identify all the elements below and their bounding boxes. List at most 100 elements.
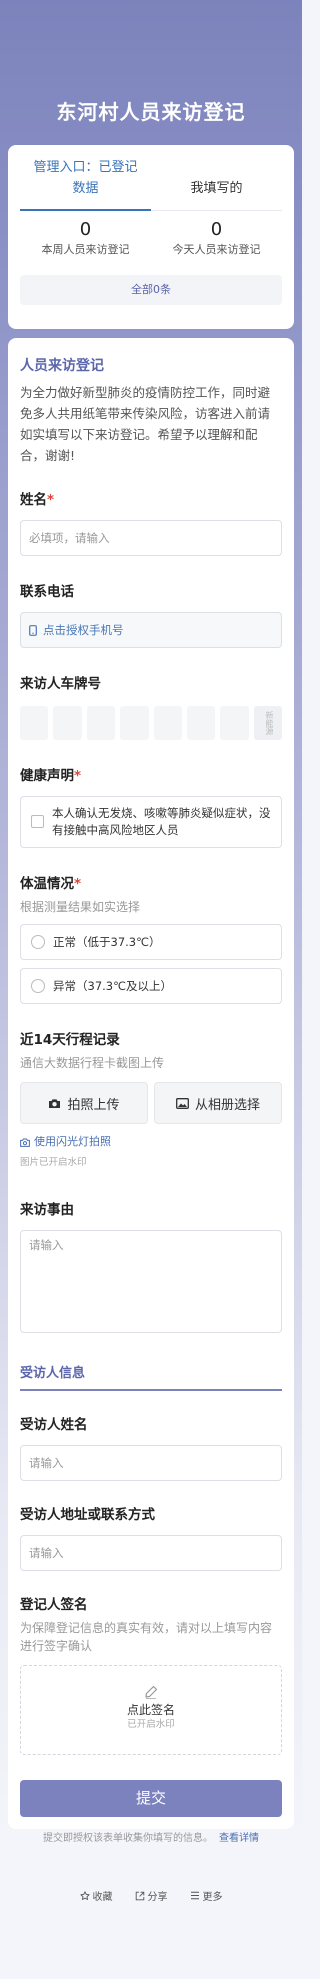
temperature-option-normal-label: 正常（低于37.3℃） xyxy=(53,935,161,949)
favorite-label: 收藏 xyxy=(92,1892,113,1903)
temperature-label-text: 体温情况 xyxy=(20,876,74,892)
name-input[interactable]: 必填项，请输入 xyxy=(20,520,282,556)
plate-field: 来访人车牌号 新能源 xyxy=(20,674,282,740)
authorize-phone-label: 点击授权手机号 xyxy=(43,623,124,637)
signature-pad[interactable]: 点此签名 已开启水印 xyxy=(20,1665,282,1755)
share-button[interactable]: 分享 xyxy=(135,1888,168,1903)
travel-hint: 通信大数据行程卡截图上传 xyxy=(20,1056,165,1070)
required-mark: * xyxy=(47,492,55,508)
temperature-label: 体温情况* xyxy=(20,874,282,894)
page-title: 东河村人员来访登记 xyxy=(56,100,246,124)
visitee-name-field: 受访人姓名 请输入 xyxy=(20,1415,282,1481)
travel-field: 近14天行程记录 通信大数据行程卡截图上传 拍照上传 从相册选择 使用闪光灯拍照… xyxy=(20,1030,282,1170)
favorite-button[interactable]: 收藏 xyxy=(79,1888,113,1903)
plate-input-group: 新能源 xyxy=(20,706,282,740)
visitee-name-label: 受访人姓名 xyxy=(20,1417,88,1433)
upload-row: 拍照上传 从相册选择 xyxy=(20,1082,282,1124)
tab-admin[interactable]: 管理入口：已登记 数据 xyxy=(20,155,151,211)
submit-button[interactable]: 提交 xyxy=(20,1780,282,1817)
visitee-name-input[interactable]: 请输入 xyxy=(20,1445,282,1481)
visitee-section-heading: 受访人信息 xyxy=(20,1365,282,1391)
plate-char-3[interactable] xyxy=(86,706,116,740)
share-icon xyxy=(135,1891,145,1901)
signature-field: 登记人签名 为保障登记信息的真实有效，请对以上填写内容进行签字确认 点此签名 已… xyxy=(20,1595,282,1755)
pen-icon xyxy=(21,1684,281,1700)
agreement: 提交即授权该表单收集你填写的信息。 查看详情 xyxy=(20,1829,282,1844)
temperature-option-abnormal[interactable]: 异常（37.3℃及以上） xyxy=(20,968,282,1004)
stats-card: 管理入口：已登记 数据 我填写的 0 本周人员来访登记 0 今天人员来访登记 全… xyxy=(8,145,294,329)
flash-photo-link[interactable]: 使用闪光灯拍照 xyxy=(20,1134,282,1150)
visitee-contact-input[interactable]: 请输入 xyxy=(20,1535,282,1571)
camera-icon xyxy=(20,1138,30,1147)
count-row: 0 本周人员来访登记 0 今天人员来访登记 xyxy=(20,219,282,259)
camera-upload-button[interactable]: 拍照上传 xyxy=(20,1082,148,1124)
plate-label: 来访人车牌号 xyxy=(20,676,101,692)
phone-label: 联系电话 xyxy=(20,584,74,600)
footer-actions: 收藏 分享 更多 xyxy=(0,1888,302,1903)
image-icon xyxy=(176,1097,189,1109)
phone-field: 联系电话 点击授权手机号 xyxy=(20,582,282,648)
temperature-option-normal[interactable]: 正常（低于37.3℃） xyxy=(20,924,282,960)
visit-form: 人员来访登记 为全力做好新型肺炎的疫情防控工作，同时避免多人共用纸笔带来传染风险… xyxy=(8,338,294,1844)
more-button[interactable]: 更多 xyxy=(190,1888,223,1903)
temperature-hint: 根据测量结果如实选择 xyxy=(20,900,141,914)
today-count-number: 0 xyxy=(210,219,223,240)
signature-watermark-note: 已开启水印 xyxy=(127,1719,175,1730)
name-label: 姓名* xyxy=(20,490,282,510)
tab-admin-line2: 数据 xyxy=(72,181,99,196)
tab-mine[interactable]: 我填写的 xyxy=(151,155,282,210)
temperature-option-abnormal-label: 异常（37.3℃及以上） xyxy=(53,979,173,993)
today-count-label: 今天人员来访登记 xyxy=(172,243,261,256)
form-title: 人员来访登记 xyxy=(20,358,104,374)
tab-bar: 管理入口：已登记 数据 我填写的 xyxy=(20,155,282,211)
visitee-contact-field: 受访人地址或联系方式 请输入 xyxy=(20,1505,282,1571)
share-label: 分享 xyxy=(147,1892,168,1903)
today-count: 0 今天人员来访登记 xyxy=(151,219,282,259)
agreement-text: 提交即授权该表单收集你填写的信息。 xyxy=(43,1833,213,1844)
form-intro: 为全力做好新型肺炎的疫情防控工作，同时避免多人共用纸笔带来传染风险，访客进入前请… xyxy=(20,385,271,463)
name-field: 姓名* 必填项，请输入 xyxy=(20,490,282,556)
health-label: 健康声明* xyxy=(20,766,282,786)
plate-new-energy[interactable]: 新能源 xyxy=(253,706,282,740)
album-select-label: 从相册选择 xyxy=(194,1097,260,1113)
plate-char-5[interactable] xyxy=(153,706,182,740)
health-statement: 本人确认无发烧、咳嗽等肺炎疑似症状，没有接触中高风险地区人员 xyxy=(52,806,271,837)
reason-label: 来访事由 xyxy=(20,1202,74,1218)
star-icon xyxy=(79,1890,90,1901)
visitee-contact-label: 受访人地址或联系方式 xyxy=(20,1507,155,1523)
camera-upload-label: 拍照上传 xyxy=(67,1097,120,1113)
agreement-details-link[interactable]: 查看详情 xyxy=(219,1833,259,1844)
week-count-number: 0 xyxy=(79,219,92,240)
plate-char-7[interactable] xyxy=(220,706,249,740)
radio-abnormal[interactable] xyxy=(31,979,45,993)
flash-photo-label: 使用闪光灯拍照 xyxy=(34,1135,111,1148)
health-declaration[interactable]: 本人确认无发烧、咳嗽等肺炎疑似症状，没有接触中高风险地区人员 xyxy=(20,796,282,848)
signature-tap-text: 点此签名 xyxy=(126,1703,175,1717)
health-checkbox[interactable] xyxy=(31,815,44,828)
signature-hint: 为保障登记信息的真实有效，请对以上填写内容进行签字确认 xyxy=(20,1621,273,1653)
travel-label: 近14天行程记录 xyxy=(20,1032,120,1048)
health-field: 健康声明* 本人确认无发烧、咳嗽等肺炎疑似症状，没有接触中高风险地区人员 xyxy=(20,766,282,848)
reason-textarea[interactable]: 请输入 xyxy=(20,1230,282,1333)
album-select-button[interactable]: 从相册选择 xyxy=(154,1082,282,1124)
more-label: 更多 xyxy=(202,1892,223,1903)
signature-label: 登记人签名 xyxy=(20,1597,88,1613)
week-count: 0 本周人员来访登记 xyxy=(20,219,151,259)
plate-char-6[interactable] xyxy=(186,706,216,740)
tab-mine-label: 我填写的 xyxy=(190,181,243,196)
radio-normal[interactable] xyxy=(31,935,45,949)
required-mark: * xyxy=(74,876,82,892)
authorize-phone-button[interactable]: 点击授权手机号 xyxy=(20,612,282,648)
watermark-note: 图片已开启水印 xyxy=(20,1157,87,1168)
view-all-button[interactable]: 全部0条 xyxy=(20,275,282,305)
reason-field: 来访事由 请输入 xyxy=(20,1200,282,1333)
required-mark: * xyxy=(74,768,82,784)
plate-char-2[interactable] xyxy=(53,706,82,740)
temperature-field: 体温情况* 根据测量结果如实选择 正常（低于37.3℃） 异常（37.3℃及以上… xyxy=(20,874,282,1004)
plate-char-1[interactable] xyxy=(20,706,49,740)
health-label-text: 健康声明 xyxy=(20,768,74,784)
tab-admin-line1: 管理入口：已登记 xyxy=(33,160,138,175)
plate-char-4[interactable] xyxy=(120,706,149,740)
phone-icon xyxy=(29,624,37,636)
camera-icon xyxy=(48,1098,61,1109)
